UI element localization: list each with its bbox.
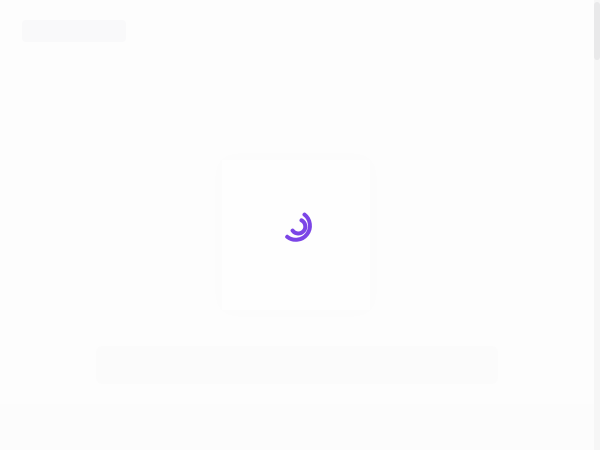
- faded-footer: [0, 404, 600, 450]
- loading-screen: [0, 0, 600, 450]
- page-scrollbar[interactable]: [594, 0, 600, 450]
- loading-spinner-icon: [282, 210, 316, 244]
- scrollbar-thumb[interactable]: [594, 2, 600, 60]
- faded-logo-placeholder: [22, 20, 126, 42]
- faded-input-bar: [96, 346, 498, 384]
